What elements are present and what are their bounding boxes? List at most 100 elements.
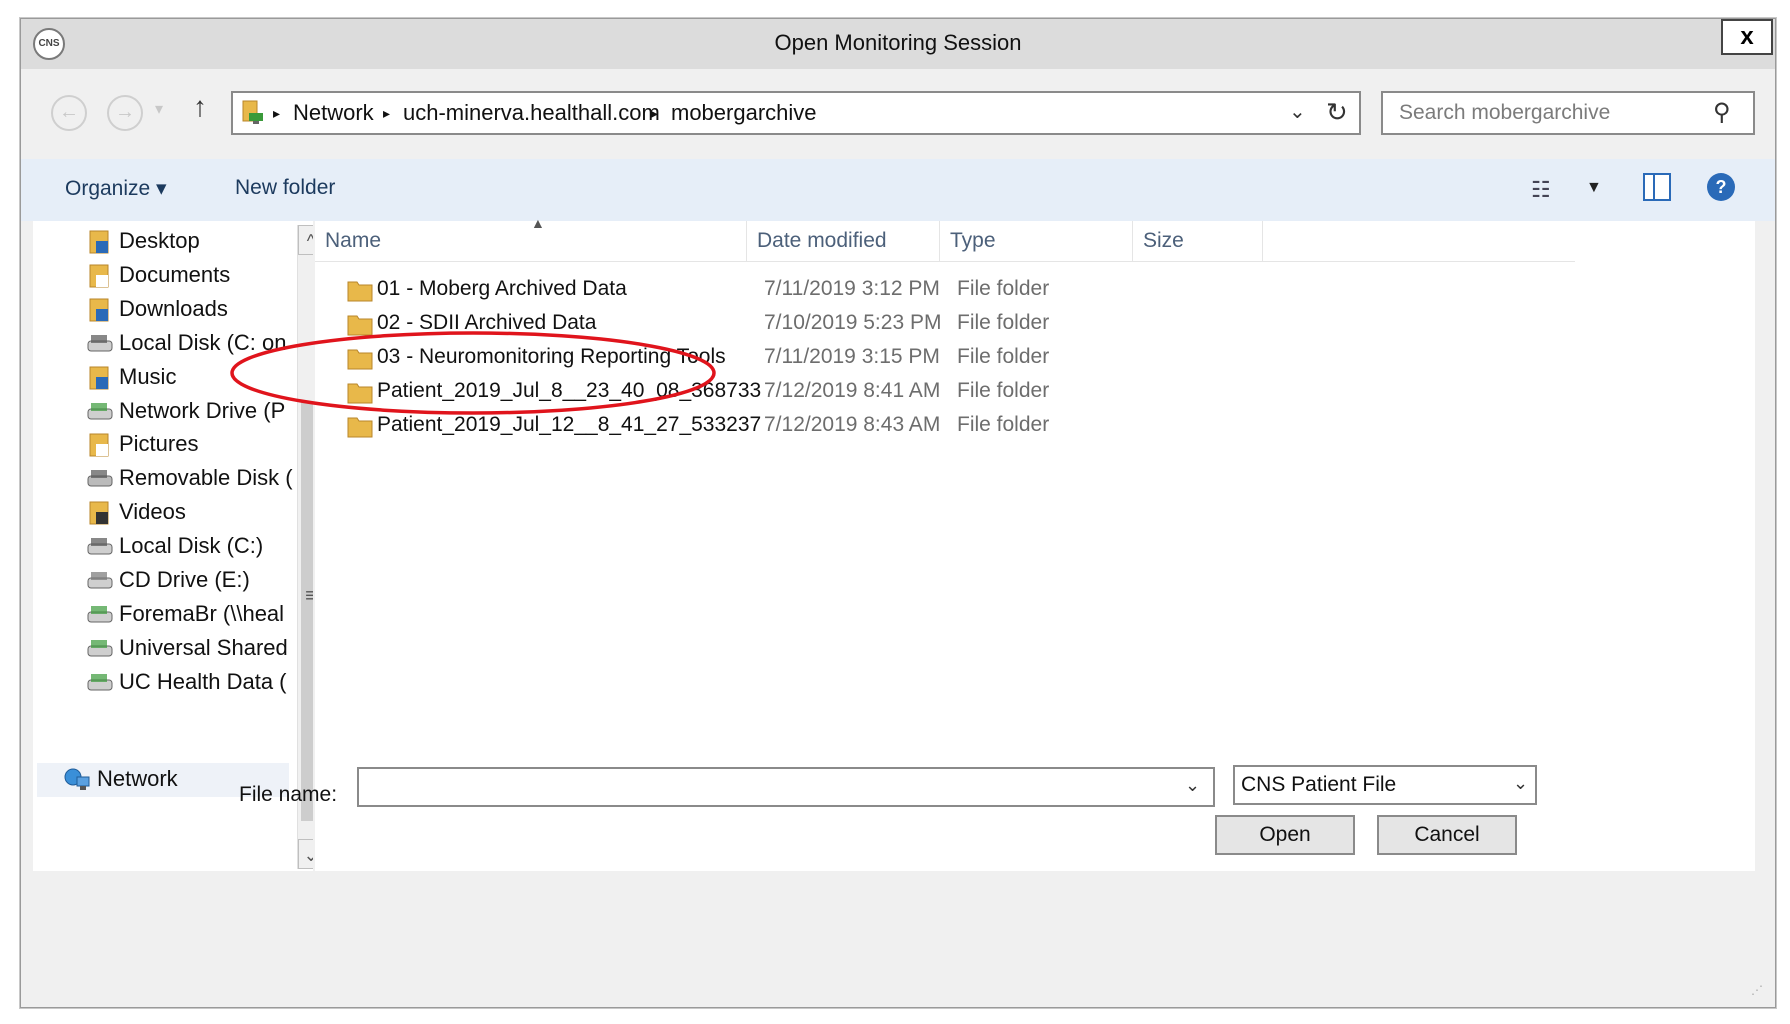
nav-item-label: Desktop (119, 228, 200, 253)
scroll-grip-icon: ≡ (305, 585, 313, 607)
nav-item[interactable]: Universal Shared (33, 632, 295, 666)
file-date-modified: 7/10/2019 5:23 PM (764, 311, 942, 334)
scroll-thumb[interactable] (301, 401, 313, 821)
nav-item[interactable]: Pictures (33, 428, 295, 462)
nav-item-label: Pictures (119, 431, 199, 457)
organize-button[interactable]: Organize ▾ (65, 176, 167, 201)
file-date-modified: 7/11/2019 3:15 PM (764, 345, 940, 368)
nav-item[interactable]: Videos (33, 496, 295, 530)
nav-item-label: Universal Shared (119, 634, 288, 660)
nav-item-label: ForemaBr (\\heal (119, 600, 285, 626)
navigation-pane: Desktop Documents Downloads Local Disk (C: … (33, 221, 313, 871)
search-icon[interactable]: ⚲ (1713, 98, 1731, 127)
nav-scrollbar[interactable]: ^ ≡ ⌄ (297, 225, 313, 869)
change-view-icon[interactable]: ☷ (1531, 177, 1551, 203)
breadcrumb-arrow-icon: ▸ (651, 105, 659, 121)
file-name-dropdown-chevron-icon[interactable]: ⌄ (1185, 775, 1200, 796)
file-date-modified: 7/12/2019 8:43 AM (764, 413, 941, 436)
column-header-row: Name ▲ Date modified Type Size (315, 215, 1575, 262)
cd-drive-icon (87, 572, 113, 589)
app-icon: CNS (33, 28, 65, 60)
nav-item[interactable]: CD Drive (E:) (33, 564, 295, 598)
open-monitoring-session-dialog: Open Monitoring Session CNS x ← → ▾ ↑ ▸ … (20, 18, 1776, 1008)
file-name-input[interactable]: ⌄ (357, 767, 1215, 807)
file-type-select[interactable]: CNS Patient File ⌄ (1233, 765, 1537, 805)
nav-item-label: Local Disk (C:) (119, 533, 264, 559)
scroll-up-chevron-icon[interactable]: ^ (298, 225, 313, 255)
folder-icon (347, 281, 373, 302)
window-title: Open Monitoring Session (774, 30, 1022, 55)
column-header-date-modified[interactable]: Date modified (747, 221, 940, 261)
file-name: 01 - Moberg Archived Data (377, 277, 627, 300)
file-type: File folder (957, 277, 1050, 300)
resize-grip-icon[interactable]: ⋰ (1751, 983, 1763, 997)
recent-locations-chevron-icon[interactable]: ▾ (155, 99, 163, 119)
videos-icon (89, 501, 109, 525)
local-disk-icon (87, 538, 113, 555)
pictures-icon (89, 433, 109, 457)
search-box[interactable]: Search mobergarchive ⚲ (1381, 91, 1755, 135)
up-arrow-icon[interactable]: ↑ (193, 91, 207, 123)
refresh-icon[interactable]: ↻ (1326, 97, 1348, 128)
column-header-size[interactable]: Size (1133, 221, 1263, 261)
open-button[interactable]: Open (1215, 815, 1355, 855)
cancel-button[interactable]: Cancel (1377, 815, 1517, 855)
nav-item[interactable]: ForemaBr (\\heal (33, 598, 295, 632)
local-disk-icon (87, 334, 113, 352)
network-drive-icon (87, 605, 113, 623)
removable-disk-icon (87, 470, 113, 487)
view-options-chevron-icon[interactable]: ▼ (1586, 179, 1602, 197)
file-row[interactable]: 01 - Moberg Archived Data 7/11/2019 3:12 … (315, 273, 1575, 307)
address-bar[interactable]: ▸ Network ▸ uch-minerva.healthall.com ▸ … (231, 91, 1361, 135)
help-icon[interactable]: ? (1707, 173, 1735, 201)
documents-icon (89, 264, 109, 288)
network-drive-icon (87, 639, 113, 657)
title-bar: Open Monitoring Session CNS x (21, 19, 1775, 69)
column-header-type[interactable]: Type (940, 221, 1133, 261)
breadcrumb-arrow-icon: ▸ (383, 105, 391, 121)
network-folder-icon (242, 100, 263, 124)
desktop-folder-icon (89, 230, 109, 254)
nav-item[interactable]: Desktop (33, 225, 295, 259)
file-type-value: CNS Patient File (1241, 773, 1397, 796)
network-globe-icon (64, 768, 90, 790)
nav-item-label: Videos (119, 499, 186, 525)
file-date-modified: 7/12/2019 8:41 AM (764, 379, 941, 402)
command-toolbar: Organize ▾ New folder ☷ ▼ ? (21, 159, 1775, 221)
address-row: ← → ▾ ↑ ▸ Network ▸ uch-minerva.healthal… (21, 71, 1775, 157)
nav-item[interactable]: Documents (33, 259, 295, 293)
close-button[interactable]: x (1721, 19, 1773, 55)
nav-item[interactable]: Local Disk (C:) (33, 530, 295, 564)
nav-item-label: CD Drive (E:) (119, 567, 250, 592)
breadcrumb-network[interactable]: Network (293, 100, 374, 126)
nav-item-label: Removable Disk ( (119, 465, 293, 491)
file-date-modified: 7/11/2019 3:12 PM (764, 277, 940, 300)
file-type: File folder (957, 311, 1050, 334)
new-folder-button[interactable]: New folder (235, 176, 335, 200)
breadcrumb-server[interactable]: uch-minerva.healthall.com (403, 100, 660, 126)
nav-item-label: Downloads (119, 295, 228, 321)
breadcrumb-folder[interactable]: mobergarchive (671, 100, 817, 126)
music-icon (89, 366, 109, 390)
back-arrow-icon[interactable]: ← (51, 95, 87, 131)
annotation-ellipse (230, 331, 716, 415)
file-name-label: File name: (239, 783, 338, 806)
address-dropdown-chevron-icon[interactable]: ⌄ (1289, 99, 1306, 124)
nav-item[interactable]: Downloads (33, 293, 295, 327)
preview-pane-icon[interactable] (1643, 173, 1671, 201)
file-type: File folder (957, 345, 1050, 368)
downloads-icon (89, 298, 109, 322)
file-type: File folder (957, 413, 1050, 436)
file-type: File folder (957, 379, 1050, 402)
nav-item[interactable]: Removable Disk ( (33, 462, 295, 496)
sort-ascending-icon: ▲ (531, 215, 545, 231)
nav-item-label: UC Health Data ( (119, 668, 287, 694)
breadcrumb-arrow-icon: ▸ (273, 105, 281, 121)
scroll-down-chevron-icon[interactable]: ⌄ (298, 839, 313, 869)
forward-arrow-icon[interactable]: → (107, 95, 143, 131)
file-type-dropdown-chevron-icon[interactable]: ⌄ (1513, 773, 1528, 794)
nav-item-label: Documents (119, 261, 231, 287)
nav-item[interactable]: UC Health Data ( (33, 666, 295, 700)
search-input[interactable]: Search mobergarchive (1399, 101, 1610, 125)
network-drive-icon (87, 673, 113, 691)
